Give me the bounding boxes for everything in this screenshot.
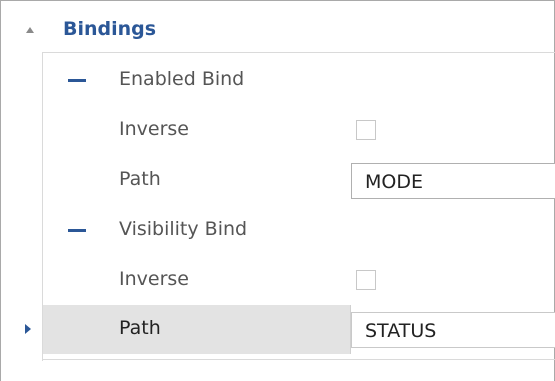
- caret-up-icon[interactable]: [26, 27, 34, 33]
- property-row-enabled-inverse: Inverse: [43, 106, 555, 156]
- frame-border-left: [0, 0, 1, 381]
- group-border-top: [42, 52, 555, 53]
- property-row-visibility-path[interactable]: Path STATUS: [43, 305, 555, 355]
- frame-border-top: [0, 0, 555, 1]
- category-header-bindings[interactable]: Bindings: [1, 12, 554, 52]
- group-label: Enabled Bind: [119, 68, 245, 90]
- inverse-checkbox[interactable]: [356, 270, 376, 290]
- path-dropdown[interactable]: MODE: [351, 163, 555, 199]
- property-label: Inverse: [119, 268, 189, 290]
- dropdown-value: STATUS: [365, 320, 437, 342]
- property-label: Path: [119, 317, 161, 339]
- inverse-checkbox[interactable]: [356, 120, 376, 140]
- property-label: Inverse: [119, 118, 189, 140]
- group-row-visibility-bind[interactable]: Visibility Bind: [43, 206, 555, 256]
- path-dropdown[interactable]: STATUS: [351, 312, 555, 348]
- property-row-visibility-inverse: Inverse: [43, 256, 555, 306]
- dropdown-value: MODE: [365, 171, 423, 193]
- property-grid: Bindings Enabled Bind Inverse Path MODE …: [0, 0, 555, 381]
- category-title: Bindings: [63, 18, 157, 40]
- group-label: Visibility Bind: [119, 218, 248, 240]
- triangle-right-icon: [25, 324, 31, 334]
- group-row-enabled-bind[interactable]: Enabled Bind: [43, 56, 555, 106]
- property-row-enabled-path: Path MODE: [43, 156, 555, 206]
- property-label: Path: [119, 168, 161, 190]
- collapse-minus-icon[interactable]: [68, 79, 86, 82]
- collapse-minus-icon[interactable]: [68, 229, 86, 232]
- group-border-bottom: [42, 359, 555, 360]
